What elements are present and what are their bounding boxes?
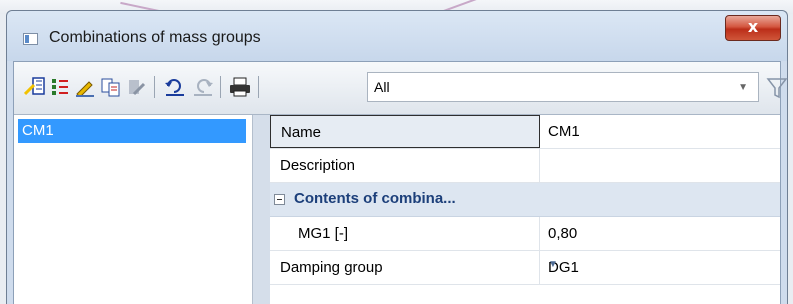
filter-value: All <box>374 79 390 95</box>
delete-icon[interactable] <box>126 77 146 97</box>
close-button[interactable]: x <box>725 15 781 41</box>
edit-icon[interactable] <box>74 77 96 97</box>
chevron-down-icon[interactable]: ▼ <box>548 259 772 270</box>
property-label: MG1 [-] <box>298 225 349 242</box>
toolbar-separator <box>258 76 259 98</box>
print-icon[interactable] <box>228 77 252 97</box>
dialog-window: Combinations of mass groups x All ▼ CM1 … <box>6 10 788 304</box>
undo-icon[interactable] <box>164 77 186 97</box>
collapse-icon[interactable] <box>274 194 285 205</box>
property-row-name[interactable]: Name CM1 <box>270 115 780 149</box>
mg1-value-field[interactable]: 0,80 <box>548 225 577 242</box>
property-row-damping[interactable]: Damping group DG1 ▼ <box>270 251 780 285</box>
window-title: Combinations of mass groups <box>49 29 261 46</box>
property-label: Description <box>280 157 356 174</box>
copy-icon[interactable] <box>100 77 122 97</box>
toolbar: All ▼ <box>14 62 788 115</box>
chevron-down-icon[interactable]: ▼ <box>738 82 748 93</box>
toolbar-separator <box>220 76 221 98</box>
title-bar[interactable]: Combinations of mass groups x <box>7 11 787 61</box>
panel-splitter[interactable] <box>253 115 270 304</box>
property-label: Name <box>281 124 322 141</box>
name-value-field[interactable]: CM1 <box>548 123 580 140</box>
filter-icon[interactable] <box>765 75 789 101</box>
group-header-contents[interactable]: Contents of combina... <box>270 183 780 217</box>
window-icon <box>23 33 38 45</box>
property-row-description[interactable]: Description <box>270 149 780 183</box>
property-grid: Name CM1 Description Contents of combina… <box>270 115 780 304</box>
property-row-mg1[interactable]: MG1 [-] 0,80 <box>270 217 780 251</box>
insert-icon[interactable] <box>50 77 70 97</box>
redo-icon[interactable] <box>192 77 214 97</box>
property-label: Damping group <box>280 259 383 276</box>
new-item-icon[interactable] <box>24 77 46 97</box>
group-label: Contents of combina... <box>294 190 456 207</box>
list-item[interactable]: CM1 <box>18 119 246 143</box>
filter-select[interactable]: All ▼ <box>367 72 759 102</box>
toolbar-separator <box>154 76 155 98</box>
combination-list: CM1 <box>14 115 253 304</box>
dialog-content: All ▼ CM1 Name CM1 Description Contents … <box>13 61 788 304</box>
